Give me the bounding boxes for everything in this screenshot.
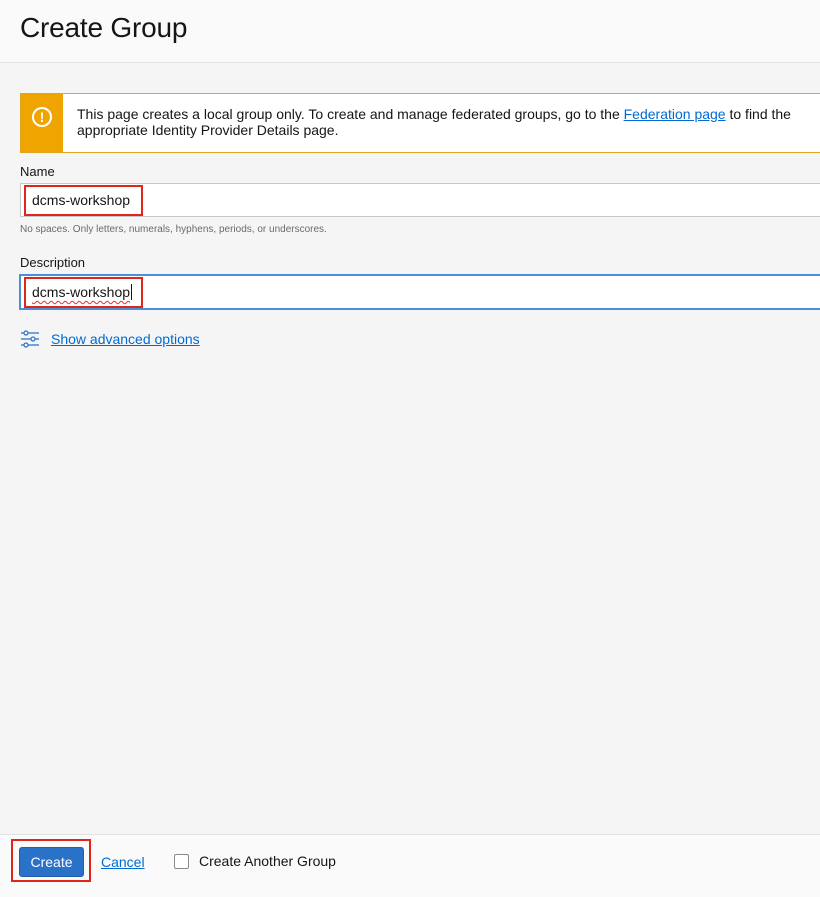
description-input[interactable]: dcms-workshop [20,275,820,309]
advanced-options-toggle[interactable]: Show advanced options [20,329,200,349]
description-label: Description [20,255,86,270]
create-another-label[interactable]: Create Another Group [199,853,336,869]
name-label: Name [20,164,55,179]
create-another-checkbox[interactable] [174,854,189,869]
page-header: Create Group [0,0,820,63]
description-input-value-wrap: dcms-workshop [32,284,133,300]
page-title: Create Group [20,12,188,43]
show-advanced-options-link[interactable]: Show advanced options [51,331,200,347]
name-hint: No spaces. Only letters, numerals, hyphe… [20,224,327,235]
warning-icon: ! [32,107,52,127]
cancel-link[interactable]: Cancel [101,854,145,870]
alert-accent-bar: ! [21,94,63,152]
name-input[interactable]: dcms-workshop [20,183,820,217]
alert-message: This page creates a local group only. To… [77,106,812,138]
form-footer: Create Cancel Create Another Group [0,834,820,897]
info-alert: ! This page creates a local group only. … [20,93,820,153]
text-caret [131,284,133,300]
federation-page-link[interactable]: Federation page [624,106,726,122]
name-input-value: dcms-workshop [32,192,131,208]
sliders-icon [21,330,39,348]
create-button[interactable]: Create [19,847,84,877]
description-input-value: dcms-workshop [32,284,131,300]
alert-text-before: This page creates a local group only. To… [77,106,624,122]
